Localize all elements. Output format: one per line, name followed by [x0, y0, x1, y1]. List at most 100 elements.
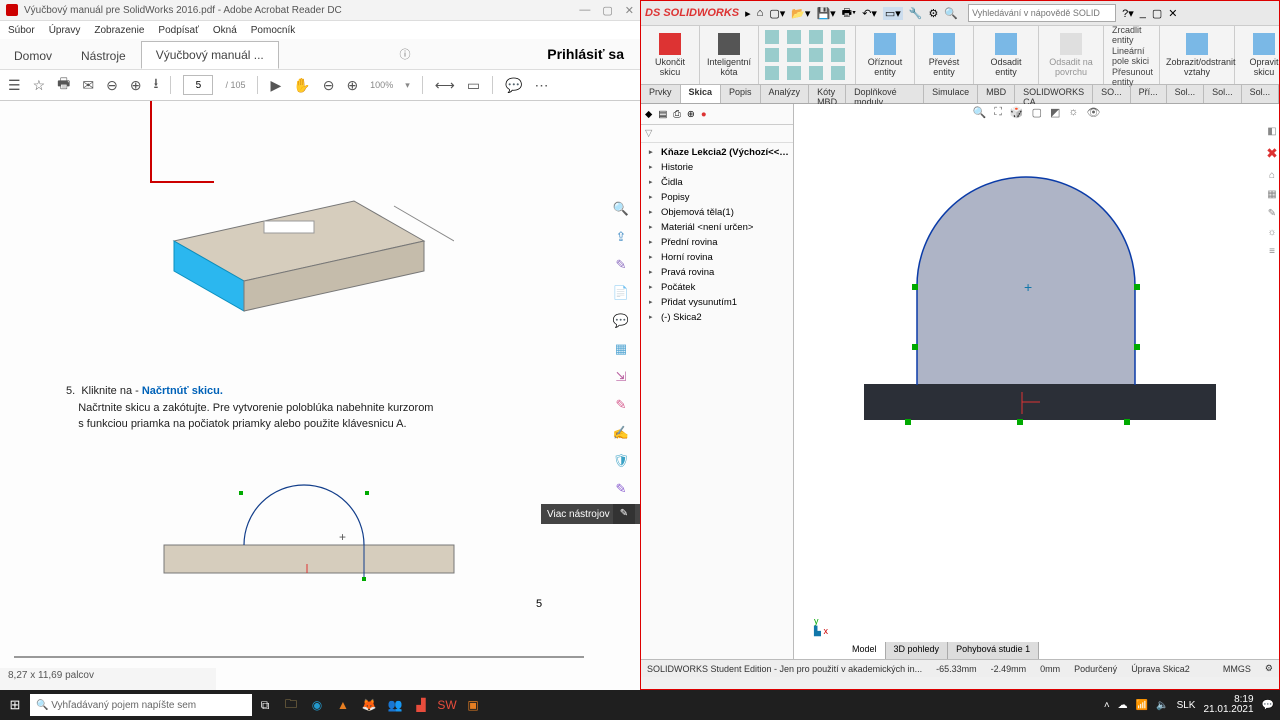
task-pane[interactable]: ◧ ✖ ⌂ ▦ ✎ ☼ ≡: [1265, 126, 1279, 257]
zoomfit-icon[interactable]: 🔍: [973, 106, 987, 119]
sound-icon[interactable]: 🔈: [1156, 700, 1168, 711]
new-icon[interactable]: ▢▾: [769, 7, 785, 20]
task-view-icon[interactable]: ⧉: [252, 698, 278, 713]
tree-item[interactable]: Počátek: [647, 280, 793, 295]
close2-icon[interactable]: ✕: [1168, 7, 1177, 20]
tab-x2[interactable]: Pří...: [1131, 85, 1167, 103]
hand-icon[interactable]: ✋: [293, 77, 310, 94]
tree-item[interactable]: Přední rovina: [647, 235, 793, 250]
clock[interactable]: 8:1921.01.2021: [1203, 695, 1253, 715]
btab-model[interactable]: Model: [844, 642, 886, 659]
tree-root[interactable]: Kňaze Lekcia2 (Výchozí<<Výchoz: [647, 145, 793, 160]
taskbar-search[interactable]: 🔍 Vyhľadávaný pojem napíšte sem: [30, 694, 252, 716]
tab-prvky[interactable]: Prvky: [641, 85, 681, 103]
tp-icon[interactable]: ▦: [1267, 189, 1276, 200]
zoomarea-icon[interactable]: ⛶: [994, 106, 1002, 119]
tree-item[interactable]: Popisy: [647, 190, 793, 205]
tab-koty[interactable]: Kóty MBD: [809, 85, 846, 103]
tray-chevron-icon[interactable]: ˄: [1104, 700, 1110, 711]
undo-icon[interactable]: ↶▾: [862, 7, 877, 20]
comment2-icon[interactable]: 💬: [613, 313, 629, 329]
more-tools-popup[interactable]: Viac nástrojov ✎: [541, 504, 640, 524]
view-heads-up-toolbar[interactable]: 🔍 ⛶ 🎲 ▢ ◩ ☼ 👁: [973, 106, 1101, 119]
tab-x4[interactable]: Sol...: [1204, 85, 1242, 103]
trim-button[interactable]: Oříznout entity: [862, 33, 908, 77]
relations-button[interactable]: Zobrazit/odstranit vztahy: [1166, 33, 1228, 77]
cloud-icon[interactable]: ☁: [1118, 700, 1128, 711]
btab-3d[interactable]: 3D pohledy: [886, 642, 949, 659]
btab-motion[interactable]: Pohybová studie 1: [948, 642, 1039, 659]
search-icon[interactable]: 🔍: [613, 201, 629, 217]
linear-button[interactable]: Lineární pole skici: [1112, 46, 1153, 66]
sign-in-button[interactable]: Prihlásiť sa: [531, 39, 640, 69]
print2-icon[interactable]: 🖶▾: [842, 4, 856, 23]
pointer-icon[interactable]: ▶: [270, 77, 281, 94]
export-icon[interactable]: ⇪: [616, 229, 627, 245]
orient-icon[interactable]: 🎲: [1010, 106, 1024, 119]
open-icon[interactable]: 📂▾: [791, 7, 810, 20]
tree-ico1[interactable]: ◆: [645, 109, 652, 120]
min2-icon[interactable]: _: [1140, 7, 1146, 19]
tab-document[interactable]: Výučbový manuál ...: [141, 41, 279, 69]
tree-item[interactable]: Horní rovina: [647, 250, 793, 265]
help-icon[interactable]: ⓘ: [392, 39, 419, 69]
edge-icon[interactable]: ◉: [304, 698, 330, 712]
tree-ico5[interactable]: ●: [701, 109, 707, 120]
tab-popis[interactable]: Popis: [721, 85, 761, 103]
more-icon[interactable]: ⋯: [534, 77, 548, 94]
menu-window[interactable]: Okná: [213, 25, 237, 36]
tab-analyzy[interactable]: Analýzy: [761, 85, 810, 103]
help2-icon[interactable]: ?▾: [1122, 7, 1134, 20]
tab-x1[interactable]: SO...: [1093, 85, 1131, 103]
tab-addins[interactable]: Doplňkové moduly SOLIDWORKS: [846, 85, 924, 103]
status-units[interactable]: MMGS: [1223, 664, 1251, 674]
menu-sign[interactable]: Podpísať: [158, 25, 198, 36]
zoom-out-icon[interactable]: ⊖: [106, 77, 118, 94]
rec-icon[interactable]: ▣: [460, 698, 486, 712]
maximize-icon[interactable]: ▢: [602, 4, 612, 17]
mail-icon[interactable]: ✉: [82, 77, 94, 94]
organize-icon[interactable]: ▦: [615, 341, 627, 357]
mirror-button[interactable]: Zrcadlit entity: [1112, 25, 1153, 45]
plus-icon[interactable]: ⊕: [346, 77, 358, 94]
tp-icon[interactable]: ⌂: [1269, 170, 1275, 181]
redact-icon[interactable]: ✎: [616, 397, 627, 413]
select-icon[interactable]: ▭▾: [883, 7, 903, 20]
hide-icon[interactable]: 👁: [1087, 106, 1101, 119]
menu-file[interactable]: Súbor: [8, 25, 35, 36]
tree-item[interactable]: Objemová těla(1): [647, 205, 793, 220]
tree-ico2[interactable]: ▤: [658, 109, 667, 120]
tab-home[interactable]: Domov: [0, 43, 67, 69]
menu-edit[interactable]: Úpravy: [49, 25, 81, 36]
tree-ico4[interactable]: ⊕: [687, 109, 695, 120]
offset-button[interactable]: Odsadit entity: [980, 33, 1032, 77]
print-icon[interactable]: 🖶: [57, 73, 70, 97]
lang-indicator[interactable]: SLK: [1177, 700, 1196, 711]
sign-icon[interactable]: ✍: [613, 425, 629, 441]
tree-item[interactable]: Čidla: [647, 175, 793, 190]
display-icon[interactable]: ▢: [1032, 106, 1042, 119]
filter-icon[interactable]: ▽: [641, 125, 793, 143]
search-input[interactable]: [968, 4, 1116, 22]
tab-mbd[interactable]: MBD: [978, 85, 1015, 103]
tab-sim[interactable]: Simulace: [924, 85, 978, 103]
tab-cam[interactable]: SOLIDWORKS CA...: [1015, 85, 1093, 103]
sidebar-icon[interactable]: ☰: [8, 77, 21, 94]
max2-icon[interactable]: ▢: [1152, 7, 1162, 20]
tree-item[interactable]: Přidat vysunutím1: [647, 295, 793, 310]
tab-tools[interactable]: Nástroje: [67, 43, 141, 69]
tp-icon[interactable]: ≡: [1269, 246, 1275, 257]
chevron-down-icon[interactable]: ▾: [405, 80, 410, 91]
options-icon[interactable]: ⚙: [929, 7, 939, 20]
save-icon[interactable]: 💾▾: [816, 7, 835, 20]
edit-icon[interactable]: ✎: [616, 257, 627, 273]
tp-icon[interactable]: ☼: [1267, 227, 1276, 238]
tp-icon[interactable]: ◧: [1267, 126, 1276, 137]
menu-help[interactable]: Pomocník: [251, 25, 295, 36]
repair-button[interactable]: Opravit skicu: [1241, 33, 1280, 77]
scene-icon[interactable]: ☼: [1068, 106, 1078, 119]
tab-x3[interactable]: Sol...: [1167, 85, 1205, 103]
gear-icon[interactable]: ⚙: [1265, 663, 1273, 674]
measure-icon[interactable]: ✎: [616, 481, 627, 497]
chevron-right-icon[interactable]: ▸: [745, 7, 751, 20]
